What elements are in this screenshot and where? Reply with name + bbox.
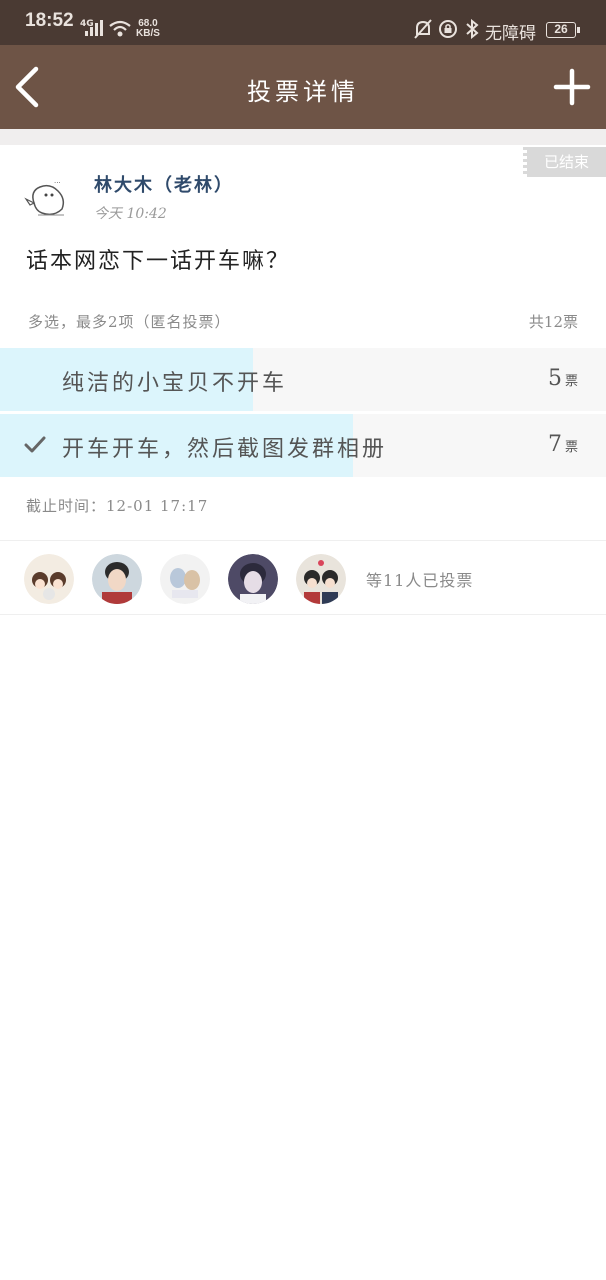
status-badge: 已结束	[523, 147, 606, 177]
option-count-value: 5	[547, 366, 562, 391]
signal-icon	[85, 20, 103, 36]
option-count: 5票	[548, 366, 578, 391]
status-time: 18:52	[25, 10, 74, 31]
option-label: 开车开车，然后截图发群相册	[62, 437, 388, 462]
avatar[interactable]	[296, 554, 346, 604]
avatar[interactable]: ...	[24, 173, 76, 221]
divider	[0, 614, 606, 615]
nav-bar: 投票详情	[0, 45, 606, 129]
section-gap	[0, 129, 606, 145]
option-count-unit: 票	[564, 440, 578, 455]
page-title: 投票详情	[247, 78, 359, 106]
svg-text:...: ...	[54, 177, 61, 185]
speed-unit: KB/S	[136, 28, 160, 39]
plus-icon	[553, 68, 591, 106]
poll-card: 已结束 ... 林大木（老林） 今天 10:42 话本网恋下一话开车嘛？ 多选，…	[0, 145, 606, 615]
status-icons	[414, 19, 480, 39]
status-bar: 18:52 4G 68.0 KB/S 无障碍 26	[0, 0, 606, 45]
network-speed: 68.0 KB/S	[136, 19, 160, 39]
divider	[0, 540, 606, 541]
accessibility-label: 无障碍	[485, 24, 536, 44]
poll-option[interactable]: 纯洁的小宝贝不开车 5票	[0, 348, 606, 411]
battery-icon: 26	[546, 22, 580, 38]
poll-question: 话本网恋下一话开车嘛？	[26, 249, 291, 274]
checkmark-icon	[24, 436, 46, 453]
post-time: 今天 10:42	[94, 206, 167, 222]
option-count: 7票	[548, 432, 578, 457]
avatar[interactable]	[160, 554, 210, 604]
poll-option-selected[interactable]: 开车开车，然后截图发群相册 7票	[0, 414, 606, 477]
voters-summary[interactable]: 等11人已投票	[366, 567, 473, 591]
avatar[interactable]	[24, 554, 74, 604]
bluetooth-icon	[466, 19, 479, 39]
mute-bell-icon	[414, 19, 432, 39]
wifi-icon	[109, 20, 131, 37]
option-label: 纯洁的小宝贝不开车	[62, 371, 288, 396]
avatar[interactable]	[228, 554, 278, 604]
option-count-value: 7	[547, 432, 562, 457]
rotation-lock-icon	[439, 20, 457, 38]
voter-list[interactable]: 等11人已投票	[24, 554, 473, 604]
add-button[interactable]	[552, 67, 592, 107]
author-name[interactable]: 林大木（老林）	[94, 171, 234, 197]
option-count-unit: 票	[564, 374, 578, 389]
avatar[interactable]	[92, 554, 142, 604]
vote-total: 共12票	[528, 313, 578, 331]
vote-mode: 多选，最多2项（匿名投票）	[28, 313, 231, 331]
poll-deadline: 截止时间：12-01 17:17	[26, 497, 209, 515]
